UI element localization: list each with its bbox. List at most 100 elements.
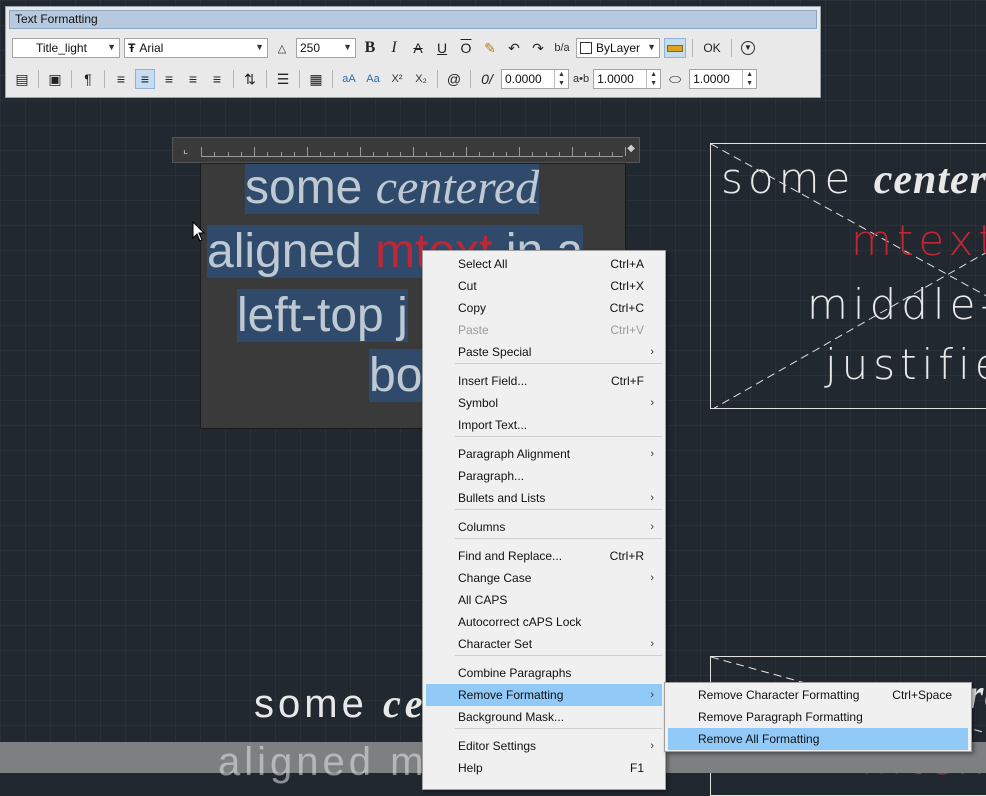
ruler-tick	[426, 152, 428, 156]
submenu-item-remove-character-formatting[interactable]: Remove Character Formatting Ctrl+Space	[668, 684, 968, 706]
undo-icon[interactable]: ↶	[504, 38, 524, 58]
paragraph-icon[interactable]: ¶	[78, 69, 98, 89]
spinner-arrows-icon[interactable]: ▲ ▼	[554, 70, 568, 88]
match-properties-icon[interactable]: ✎	[480, 38, 500, 58]
toolbar-row-1: Title_light ▼ Ŧ Arial ▼ △ 250 ▼ B I A U …	[12, 35, 814, 61]
menu-item-label: All CAPS	[458, 593, 508, 607]
menu-item-bullets-and-lists[interactable]: Bullets and Lists ›	[426, 487, 662, 509]
strikethrough-button[interactable]: A	[408, 38, 428, 58]
menu-item-editor-settings[interactable]: Editor Settings ›	[426, 735, 662, 757]
stack-button[interactable]: b/a	[552, 38, 572, 58]
ruler-tick	[598, 152, 600, 156]
submenu-item-remove-all-formatting[interactable]: Remove All Formatting	[668, 728, 968, 750]
menu-item-shortcut: Ctrl+C	[609, 301, 644, 315]
menu-item-find-and-replace[interactable]: Find and Replace... Ctrl+R	[426, 545, 662, 567]
ruler-tick	[492, 152, 494, 156]
numbering-icon[interactable]: ☰	[273, 69, 293, 89]
color-swatch-icon	[580, 42, 592, 54]
menu-item-paragraph[interactable]: Paragraph...	[426, 465, 662, 487]
annotative-icon[interactable]: △	[272, 38, 292, 58]
menu-item-cut[interactable]: Cut Ctrl+X	[426, 275, 662, 297]
justify-icon[interactable]: ≡	[183, 69, 203, 89]
menu-item-character-set[interactable]: Character Set ›	[426, 633, 662, 655]
menu-item-symbol[interactable]: Symbol ›	[426, 392, 662, 414]
menu-separator	[455, 728, 662, 729]
menu-item-background-mask[interactable]: Background Mask...	[426, 706, 662, 728]
menu-item-shortcut: Ctrl+X	[610, 279, 644, 293]
spinner-arrows-icon[interactable]: ▲ ▼	[646, 70, 660, 88]
spinner-arrows-icon[interactable]: ▲ ▼	[742, 70, 756, 88]
underline-button[interactable]: U	[432, 38, 452, 58]
lowercase-icon[interactable]: Aa	[363, 69, 383, 89]
menu-item-insert-field[interactable]: Insert Field... Ctrl+F	[426, 370, 662, 392]
menu-item-all-caps[interactable]: All CAPS	[426, 589, 662, 611]
ok-button[interactable]: OK	[699, 38, 725, 58]
uppercase-icon[interactable]: aA	[339, 69, 359, 89]
text-style-dropdown[interactable]: Title_light ▼	[12, 38, 120, 58]
ruler-track[interactable]	[201, 144, 626, 157]
ruler-tick	[611, 152, 613, 156]
options-icon[interactable]: ▼	[738, 38, 758, 58]
menu-item-columns[interactable]: Columns ›	[426, 516, 662, 538]
menu-item-change-case[interactable]: Change Case ›	[426, 567, 662, 589]
toolbar-title[interactable]: Text Formatting	[9, 10, 817, 29]
italic-button[interactable]: I	[384, 38, 404, 58]
submenu-item-remove-paragraph-formatting[interactable]: Remove Paragraph Formatting	[668, 706, 968, 728]
text-height-dropdown[interactable]: 250 ▼	[296, 38, 356, 58]
line-spacing-icon[interactable]: ⇅	[240, 69, 260, 89]
menu-item-shortcut: Ctrl+A	[610, 257, 644, 271]
ruler-icon[interactable]	[664, 38, 686, 58]
bottom-text-ce: ce	[382, 681, 427, 726]
tracking-input[interactable]: 1.0000 ▲ ▼	[593, 69, 662, 89]
menu-item-help[interactable]: Help F1	[426, 757, 662, 779]
tab-type-icon[interactable]: ⌞	[183, 143, 188, 156]
separator	[38, 70, 39, 88]
align-center-icon[interactable]: ≡	[135, 69, 155, 89]
align-left-icon[interactable]: ≡	[111, 69, 131, 89]
ruler-tick	[413, 147, 414, 156]
drawing-mtext-box[interactable]: some centered mtext middle-c justifie	[710, 143, 986, 409]
symbol-button[interactable]: @	[444, 69, 464, 89]
menu-item-autocorrect-caps-lock[interactable]: Autocorrect cAPS Lock	[426, 611, 662, 633]
ruler-tick	[505, 152, 507, 156]
menu-item-paste[interactable]: Paste Ctrl+V	[426, 319, 662, 341]
text-height-value: 250	[300, 41, 321, 55]
editor-ruler[interactable]: ⌞ ◆	[172, 137, 640, 163]
drawing-line-1: some centered	[721, 154, 986, 204]
mtext-justification-icon[interactable]: ▣	[45, 69, 65, 89]
color-dropdown[interactable]: ByLayer ▼	[576, 38, 660, 58]
ruler-handle-icon[interactable]: ◆	[627, 143, 635, 154]
menu-item-combine-paragraphs[interactable]: Combine Paragraphs	[426, 662, 662, 684]
menu-separator	[455, 509, 662, 510]
text-style-value: Title_light	[36, 41, 87, 55]
subscript-button[interactable]: X₂	[411, 69, 431, 89]
ruler-tick	[320, 152, 322, 156]
menu-item-label: Change Case	[458, 571, 532, 585]
menu-item-paste-special[interactable]: Paste Special ›	[426, 341, 662, 363]
oblique-angle-input[interactable]: 0.0000 ▲ ▼	[501, 69, 569, 89]
menu-item-label: Symbol	[458, 396, 499, 410]
align-right-icon[interactable]: ≡	[159, 69, 179, 89]
redo-icon[interactable]: ↷	[528, 38, 548, 58]
menu-item-copy[interactable]: Copy Ctrl+C	[426, 297, 662, 319]
menu-item-shortcut: Ctrl+R	[609, 549, 644, 563]
distribute-icon[interactable]: ≡	[207, 69, 227, 89]
font-dropdown[interactable]: Ŧ Arial ▼	[124, 38, 268, 58]
ruler-tick	[254, 147, 255, 156]
drawing-line-3: middle-c	[807, 280, 986, 329]
menu-item-paragraph-alignment[interactable]: Paragraph Alignment ›	[426, 443, 662, 465]
columns-icon[interactable]: ▤	[12, 69, 32, 89]
oblique-angle-value: 0.0000	[505, 72, 542, 86]
overline-button[interactable]: O	[456, 38, 476, 58]
ruler-tick	[466, 147, 467, 156]
menu-item-select-all[interactable]: Select All Ctrl+A	[426, 253, 662, 275]
superscript-button[interactable]: X²	[387, 69, 407, 89]
ruler-tick	[532, 152, 534, 156]
insert-field-icon[interactable]: ▦	[306, 69, 326, 89]
menu-item-remove-formatting[interactable]: Remove Formatting ›	[426, 684, 662, 706]
bold-button[interactable]: B	[360, 38, 380, 58]
ruler-tick	[214, 152, 216, 156]
text-bo: bo	[369, 349, 423, 402]
menu-item-import-text[interactable]: Import Text...	[426, 414, 662, 436]
width-factor-input[interactable]: 1.0000 ▲ ▼	[689, 69, 758, 89]
